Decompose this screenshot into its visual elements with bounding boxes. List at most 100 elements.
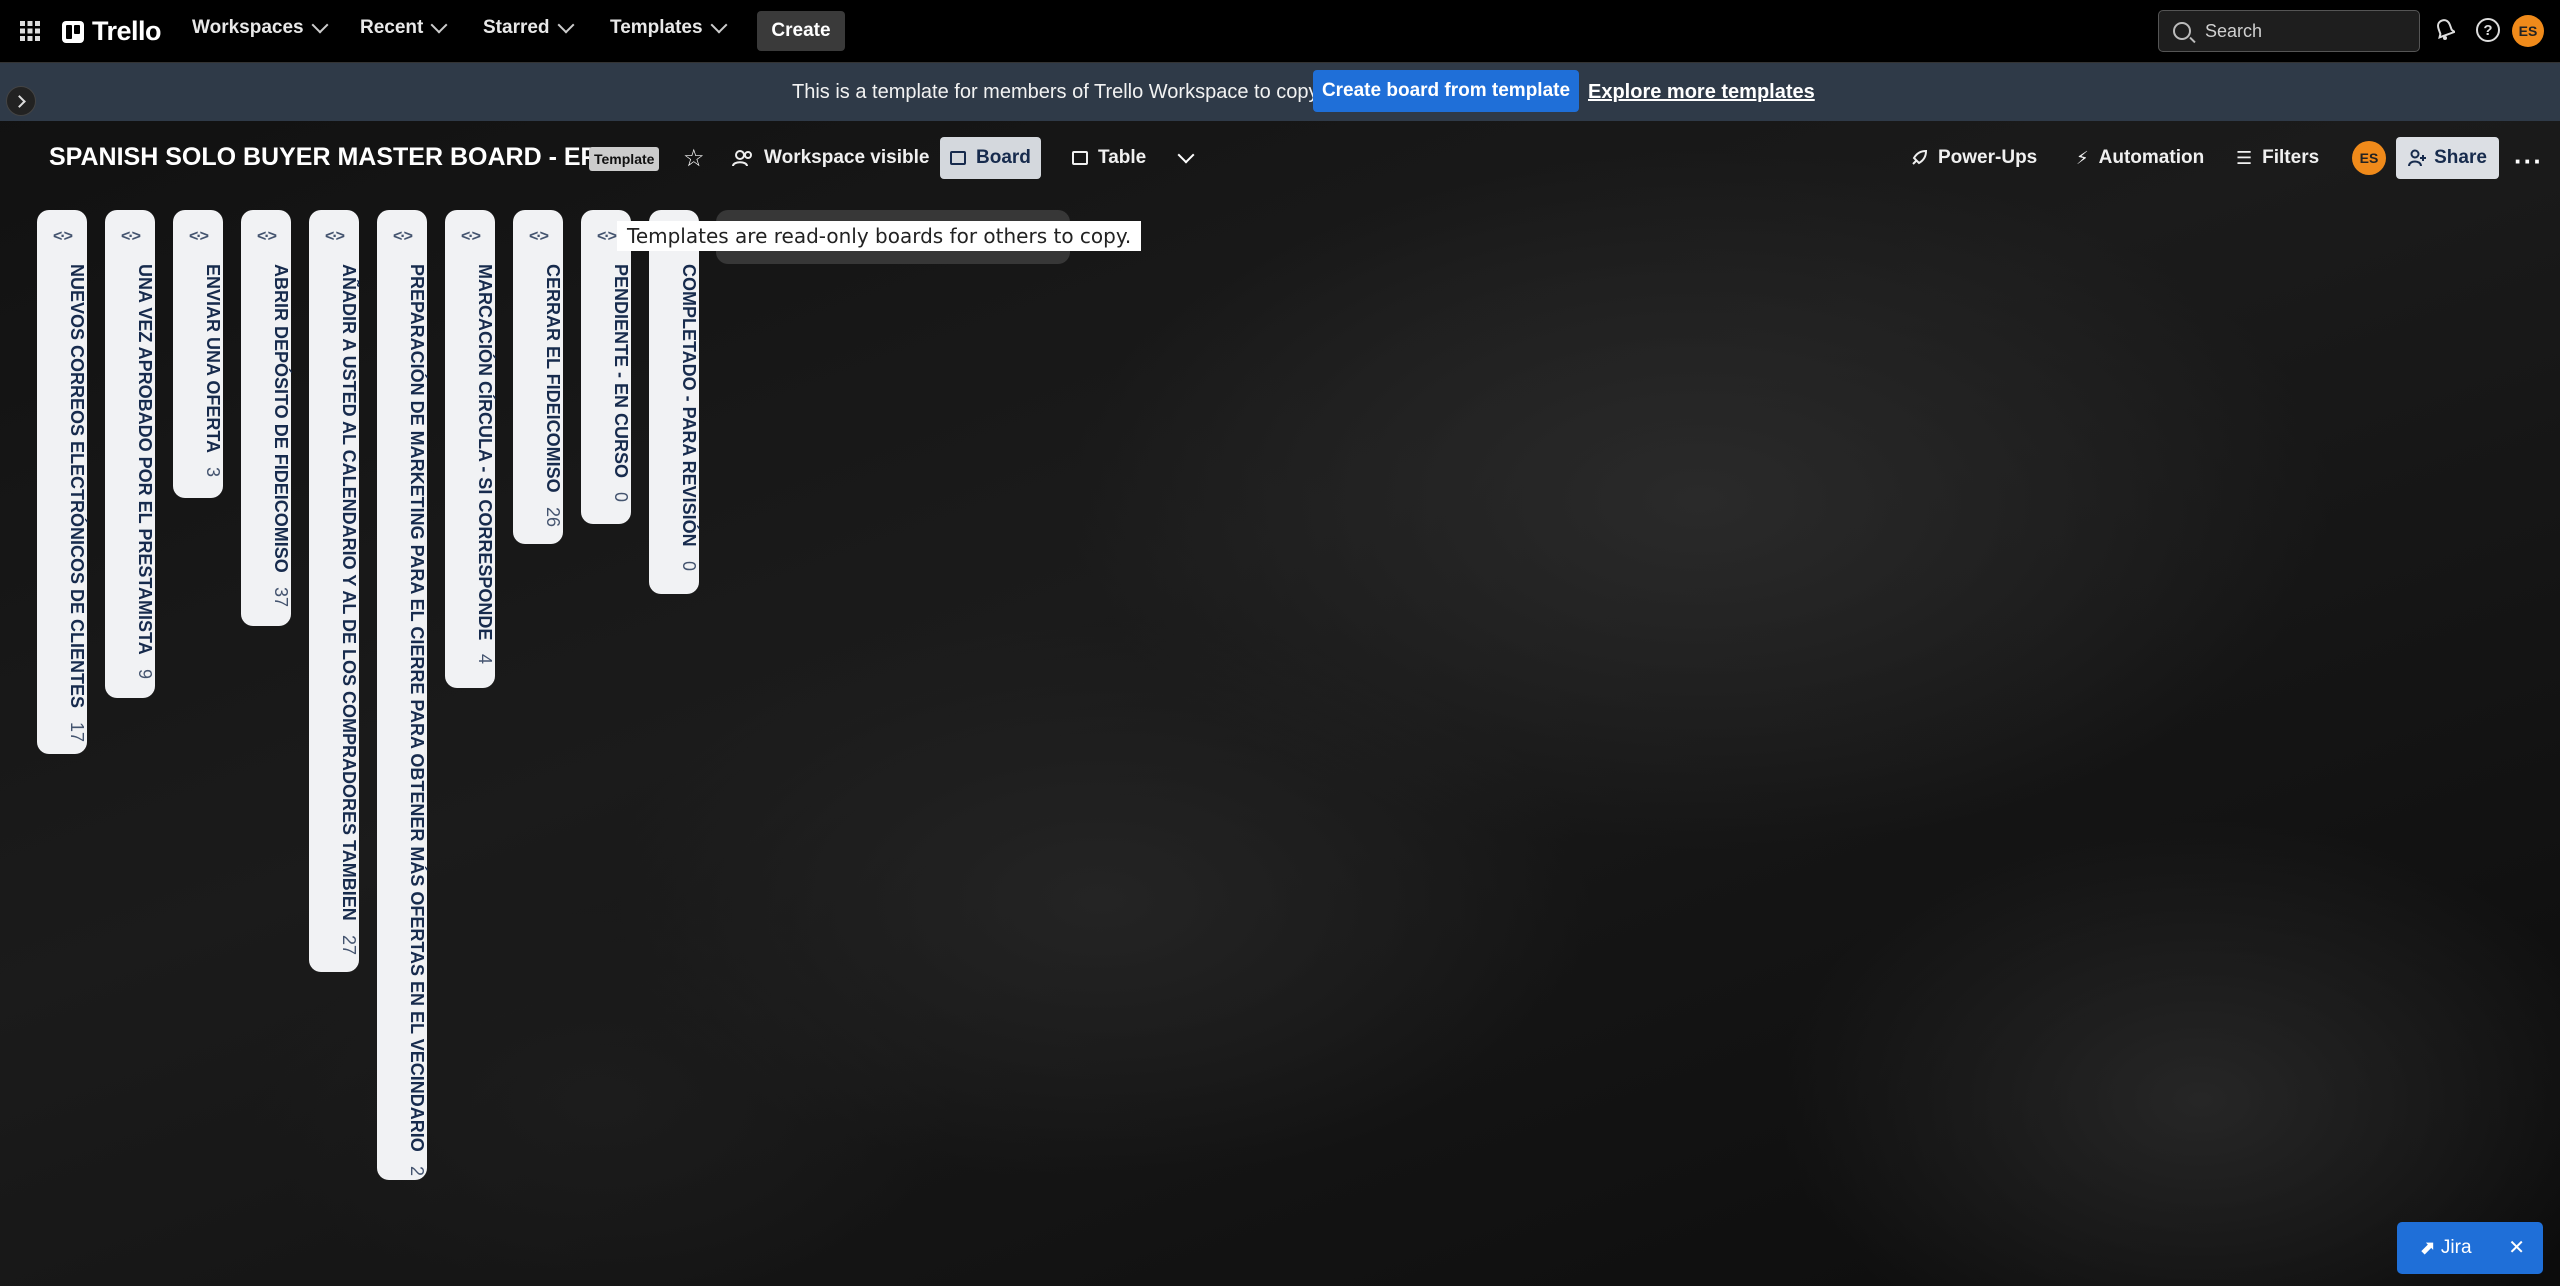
chevron-down-icon [430,16,448,34]
list-name: AÑADIR A USTED AL CALENDARIO Y AL DE LOS… [339,264,359,921]
chevron-down-icon [710,16,728,34]
list-title: AÑADIR A USTED AL CALENDARIO Y AL DE LOS… [309,264,359,955]
list-name: ENVIAR UNA OFERTA [203,264,223,453]
more-menu-icon[interactable]: ··· [2514,146,2543,177]
expand-list-icon[interactable]: <·> [377,228,427,246]
expand-list-icon[interactable]: <·> [105,228,155,246]
list-collapsed[interactable]: <·> ENVIAR UNA OFERTA 3 [173,210,223,498]
list-collapsed[interactable]: <·> UNA VEZ APROBADO POR EL PRESTAMISTA 9 [105,210,155,698]
list-name: PREPARACIÓN DE MARKETING PARA EL CIERRE … [407,264,427,1152]
list-collapsed[interactable]: <·> NUEVOS CORREOS ELECTRÓNICOS DE CLIEN… [37,210,87,754]
list-card-count: 27 [339,934,359,955]
board-view-label: Board [976,147,1031,168]
expand-list-icon[interactable]: <·> [309,228,359,246]
share-label: Share [2434,147,2487,168]
template-badge: Template [589,147,660,171]
list-title: PREPARACIÓN DE MARKETING PARA EL CIERRE … [377,264,427,1176]
list-name: NUEVOS CORREOS ELECTRÓNICOS DE CLIENTES [67,264,87,709]
expand-list-icon[interactable]: <·> [513,228,563,246]
list-card-count: 3 [203,467,223,478]
banner-text: This is a template for members of Trello… [792,81,1323,103]
close-icon[interactable]: ✕ [2508,1235,2525,1260]
search-input[interactable]: Search [2158,10,2420,52]
table-view-tab[interactable]: Table [1062,137,1156,179]
filters-button[interactable]: ☰ Filters [2226,137,2329,179]
list-title: NUEVOS CORREOS ELECTRÓNICOS DE CLIENTES 1… [37,264,87,742]
board-member-avatar[interactable]: ES [2352,141,2386,175]
template-banner: This is a template for members of Trello… [0,63,2560,121]
expand-list-icon[interactable]: <·> [173,228,223,246]
expand-list-icon[interactable]: <·> [37,228,87,246]
top-nav: Trello Workspaces Recent Starred Templat… [0,0,2560,63]
sidebar-toggle-button[interactable] [6,86,36,116]
list-collapsed[interactable]: <·> COMPLETADO - PARA REVISIÓN0 [649,210,699,594]
list-card-count: 0 [611,492,631,503]
trello-logo[interactable]: Trello [62,16,162,47]
workspaces-label: Workspaces [192,17,304,38]
create-board-from-template-button[interactable]: Create board from template [1313,70,1579,112]
list-card-count: 9 [135,668,155,679]
list-card-count: 37 [271,586,291,607]
lightning-icon: ⚡ [2076,147,2089,168]
list-title: PENDIENTE - EN CURSO 0 [581,264,631,502]
templates-menu[interactable]: Templates [610,16,728,39]
expand-list-icon[interactable]: <·> [445,228,495,246]
list-name: UNA VEZ APROBADO POR EL PRESTAMISTA [135,264,155,655]
power-ups-button[interactable]: Power-Ups [1900,137,2047,179]
list-title: MARCACIÓN CÍRCULA - SI CORRESPONDE 4 [445,264,495,664]
search-icon [2173,22,2191,40]
share-button[interactable]: Share [2396,137,2499,179]
board-icon [950,151,966,165]
starred-label: Starred [483,17,550,38]
list-card-count: 2 [407,1165,427,1176]
read-only-tooltip: Templates are read-only boards for other… [617,221,1142,251]
table-view-label: Table [1098,147,1147,168]
list-name: ABRIR DEPÓSITO DE FIDEICOMISO [271,264,291,573]
list-collapsed[interactable]: <·> AÑADIR A USTED AL CALENDARIO Y AL DE… [309,210,359,972]
explore-templates-link[interactable]: Explore more templates [1588,81,1815,104]
trello-logo-icon [62,20,84,43]
visibility-label: Workspace visible [764,147,930,168]
account-avatar[interactable]: ES [2512,15,2544,47]
logo-text: Trello [92,16,162,46]
visibility-button[interactable]: Workspace visible [722,137,939,179]
rocket-icon [1912,149,1928,165]
board-title[interactable]: SPANISH SOLO BUYER MASTER BOARD - EPIC [49,143,622,172]
chevron-right-icon [13,94,26,108]
star-icon[interactable]: ☆ [683,144,705,173]
notifications-icon[interactable] [2435,18,2455,40]
jira-icon: ⬈ [2419,1237,2435,1259]
board-view-tab[interactable]: Board [940,137,1041,179]
list-collapsed[interactable]: <·> PREPARACIÓN DE MARKETING PARA EL CIE… [377,210,427,1180]
list-collapsed[interactable]: <·> ABRIR DEPÓSITO DE FIDEICOMISO 37 [241,210,291,626]
starred-menu[interactable]: Starred [483,16,575,39]
chevron-down-icon [557,16,575,34]
list-collapsed[interactable]: <·> CERRAR EL FIDEICOMISO 26 [513,210,563,544]
app-switcher-icon[interactable] [20,21,40,41]
jira-widget[interactable]: ⬈ Jira ✕ [2397,1222,2543,1274]
recent-menu[interactable]: Recent [360,16,448,39]
list-collapsed[interactable]: <·> MARCACIÓN CÍRCULA - SI CORRESPONDE 4 [445,210,495,688]
recent-label: Recent [360,17,424,38]
list-card-count: 4 [475,654,495,665]
templates-label: Templates [610,17,703,38]
filter-icon: ☰ [2236,147,2253,168]
add-person-icon [2408,149,2427,167]
table-icon [1072,151,1088,165]
list-title: ABRIR DEPÓSITO DE FIDEICOMISO 37 [241,264,291,607]
views-dropdown-button[interactable] [1170,137,1202,179]
chevron-down-icon [311,16,329,34]
list-collapsed[interactable]: <·> PENDIENTE - EN CURSO0 [581,210,631,524]
workspaces-menu[interactable]: Workspaces [192,16,329,39]
list-title: UNA VEZ APROBADO POR EL PRESTAMISTA 9 [105,264,155,679]
list-card-count: 17 [67,722,87,743]
list-name: MARCACIÓN CÍRCULA - SI CORRESPONDE [475,264,495,641]
create-button[interactable]: Create [757,11,845,51]
list-title: ENVIAR UNA OFERTA 3 [173,264,223,477]
help-icon[interactable]: ? [2476,18,2500,42]
list-card-count: 26 [543,506,563,527]
search-placeholder: Search [2205,20,2263,41]
list-card-count: 0 [679,560,699,571]
automation-button[interactable]: ⚡ Automation [2066,137,2214,179]
expand-list-icon[interactable]: <·> [241,228,291,246]
